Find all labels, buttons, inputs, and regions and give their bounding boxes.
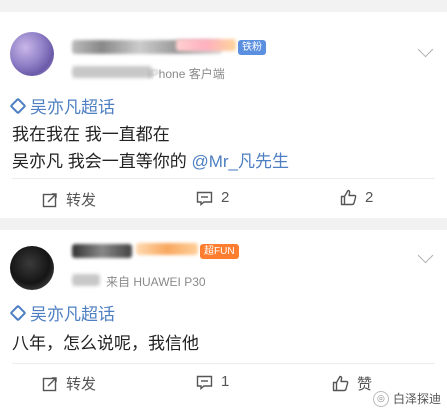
like-button[interactable]: 赞 bbox=[332, 373, 372, 394]
topic-label: 吴亦凡超话 bbox=[30, 98, 115, 117]
repost-button[interactable]: 转发 bbox=[42, 373, 96, 394]
divider bbox=[12, 178, 435, 179]
username-blurred[interactable] bbox=[72, 244, 132, 258]
username-decoration-blurred bbox=[136, 243, 198, 255]
like-label: 赞 bbox=[357, 376, 373, 393]
topic-link[interactable]: 吴亦凡超话 bbox=[9, 300, 115, 325]
repost-icon bbox=[42, 192, 57, 207]
repost-label: 转发 bbox=[66, 192, 97, 209]
post-text-line: 吴亦凡 我会一直等你的 @Mr_凡先生 bbox=[12, 147, 289, 172]
comment-button[interactable]: 2 bbox=[196, 189, 229, 206]
thumbs-up-icon bbox=[332, 375, 349, 392]
like-count: 2 bbox=[365, 189, 374, 206]
watermark-text: 白泽探迪 bbox=[392, 392, 441, 406]
fan-badge: 铁粉 bbox=[238, 40, 266, 55]
topic-link[interactable]: 吴亦凡超话 bbox=[9, 93, 115, 118]
comment-icon bbox=[196, 191, 213, 206]
repost-label: 转发 bbox=[66, 376, 97, 393]
divider bbox=[12, 363, 435, 364]
topic-label: 吴亦凡超话 bbox=[30, 305, 115, 324]
thumbs-up-icon bbox=[340, 189, 357, 206]
username-decoration-blurred bbox=[176, 39, 236, 51]
post-card: 超FUN 来自 HUAWEI P30 吴亦凡超话 八年，怎么说呢，我信他 转发 … bbox=[0, 230, 447, 410]
comment-button[interactable]: 1 bbox=[196, 373, 229, 390]
timestamp-blurred bbox=[72, 274, 100, 286]
like-button[interactable]: 2 bbox=[340, 189, 373, 206]
comment-count: 2 bbox=[221, 189, 230, 206]
avatar[interactable] bbox=[10, 32, 54, 76]
post-text-line: 八年，怎么说呢，我信他 bbox=[12, 334, 199, 353]
fun-badge: 超FUN bbox=[200, 244, 239, 259]
comment-count: 1 bbox=[221, 373, 230, 390]
post-text-line: 我在我在 我一直都在 bbox=[12, 125, 170, 144]
timestamp-blurred bbox=[72, 66, 152, 78]
user-mention-link[interactable]: @Mr_凡先生 bbox=[191, 152, 289, 171]
watermark: ◎ 白泽探迪 bbox=[372, 390, 441, 407]
comment-icon bbox=[196, 375, 213, 390]
watermark-logo-icon: ◎ bbox=[372, 390, 389, 407]
chevron-down-icon[interactable] bbox=[417, 247, 434, 264]
post-card: 铁粉 iPhone 客户端 吴亦凡超话 我在我在 我一直都在 吴亦凡 我会一直等… bbox=[0, 12, 447, 218]
chevron-down-icon[interactable] bbox=[417, 41, 434, 58]
post-text-segment: 吴亦凡 我会一直等你的 bbox=[12, 152, 192, 171]
avatar[interactable] bbox=[10, 246, 54, 290]
post-source: 来自 HUAWEI P30 bbox=[106, 275, 206, 289]
topic-diamond-icon bbox=[9, 304, 27, 321]
post-source: iPhone 客户端 bbox=[148, 67, 225, 81]
repost-icon bbox=[42, 376, 57, 391]
topic-diamond-icon bbox=[9, 97, 27, 114]
repost-button[interactable]: 转发 bbox=[42, 189, 96, 210]
